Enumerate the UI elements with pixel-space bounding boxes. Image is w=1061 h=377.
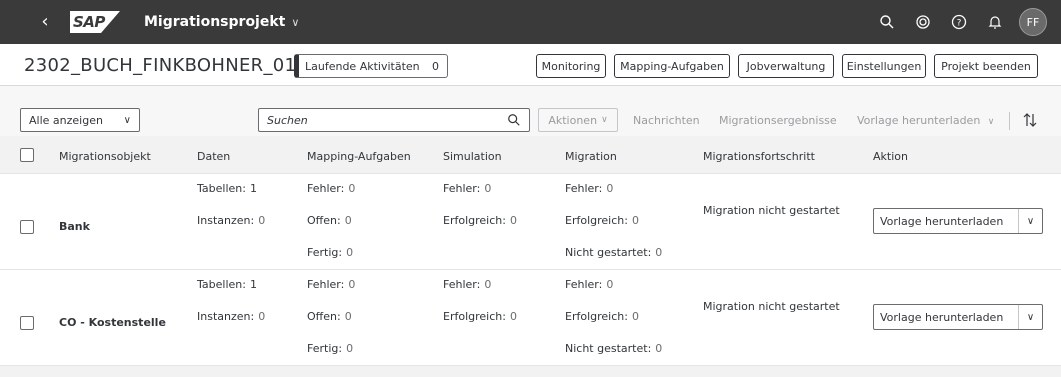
download-template-label: Vorlage herunterladen bbox=[880, 214, 1004, 228]
mapping-open: Offen: 0 bbox=[307, 310, 352, 323]
data-tables: Tabellen: 1 bbox=[197, 278, 257, 291]
mapping-tasks-button[interactable]: Mapping-Aufgaben bbox=[614, 54, 730, 78]
search-icon[interactable] bbox=[871, 6, 903, 38]
download-template-label: Vorlage herunterladen bbox=[857, 114, 981, 127]
sap-logo[interactable]: SAP bbox=[70, 11, 120, 33]
search-icon[interactable] bbox=[507, 113, 521, 127]
download-template-button[interactable]: Vorlage herunterladen ∨ bbox=[873, 208, 1043, 234]
bell-icon[interactable] bbox=[979, 6, 1011, 38]
data-instances: Instanzen: 0 bbox=[197, 214, 266, 227]
chevron-down-icon: ∨ bbox=[601, 115, 608, 125]
column-header[interactable]: Mapping-Aufgaben bbox=[307, 150, 411, 163]
simulation-success: Erfolgreich: 0 bbox=[443, 310, 517, 323]
sync-icon[interactable] bbox=[907, 6, 939, 38]
download-template-menu[interactable]: Vorlage herunterladen ∨ bbox=[857, 114, 994, 127]
page-title: 2302_BUCH_FINKBOHNER_01 bbox=[24, 55, 297, 76]
migration-results-button[interactable]: Migrationsergebnisse bbox=[719, 114, 837, 127]
select-all-checkbox[interactable] bbox=[20, 148, 34, 162]
object-name[interactable]: Bank bbox=[59, 220, 90, 233]
finish-project-button[interactable]: Projekt beenden bbox=[934, 54, 1038, 78]
app-title: Migrationsprojekt bbox=[144, 14, 286, 30]
logo-text: SAP bbox=[73, 13, 105, 31]
migration-success: Erfolgreich: 0 bbox=[565, 214, 639, 227]
column-header[interactable]: Aktion bbox=[873, 150, 908, 163]
column-header[interactable]: Simulation bbox=[443, 150, 502, 163]
toolbar-separator bbox=[1009, 112, 1010, 130]
simulation-success: Erfolgreich: 0 bbox=[443, 214, 517, 227]
migration-progress: Migration nicht gestartet bbox=[703, 204, 840, 217]
migration-errors: Fehler: 0 bbox=[565, 278, 614, 291]
mapping-errors: Fehler: 0 bbox=[307, 182, 356, 195]
chevron-down-icon[interactable]: ∨ bbox=[1018, 305, 1042, 329]
migration-success: Erfolgreich: 0 bbox=[565, 310, 639, 323]
chevron-down-icon[interactable]: ∨ bbox=[1018, 209, 1042, 233]
help-icon[interactable]: ? bbox=[943, 6, 975, 38]
sort-icon[interactable] bbox=[1022, 112, 1038, 128]
table-toolbar: Alle anzeigen ∨ Suchen Aktionen ∨ Nachri… bbox=[0, 86, 1061, 136]
shell-bar: ‹ SAP Migrationsprojekt ∨ ? FF bbox=[0, 0, 1061, 44]
migration-progress: Migration nicht gestartet bbox=[703, 300, 840, 313]
avatar[interactable]: FF bbox=[1019, 8, 1047, 36]
simulation-errors: Fehler: 0 bbox=[443, 278, 492, 291]
mapping-open: Offen: 0 bbox=[307, 214, 352, 227]
messages-button[interactable]: Nachrichten bbox=[633, 114, 700, 127]
chevron-down-icon: ∨ bbox=[291, 15, 300, 29]
mapping-done: Fertig: 0 bbox=[307, 342, 354, 355]
column-header[interactable]: Migration bbox=[565, 150, 617, 163]
job-management-button[interactable]: Jobverwaltung bbox=[738, 54, 834, 78]
column-header[interactable]: Migrationsfortschritt bbox=[703, 150, 815, 163]
row-checkbox[interactable] bbox=[20, 316, 34, 330]
object-name[interactable]: CO - Kostenstelle bbox=[59, 316, 166, 329]
running-activities-label: Laufende Aktivitäten bbox=[305, 59, 420, 73]
mapping-done: Fertig: 0 bbox=[307, 246, 354, 259]
row-checkbox[interactable] bbox=[20, 220, 34, 234]
back-icon[interactable]: ‹ bbox=[34, 0, 56, 44]
search-input[interactable]: Suchen bbox=[258, 108, 530, 132]
simulation-errors: Fehler: 0 bbox=[443, 182, 492, 195]
download-template-button[interactable]: Vorlage herunterladen ∨ bbox=[873, 304, 1043, 330]
table-row[interactable]: CO - Kostenstelle Tabellen: 1 Instanzen: 0… bbox=[0, 270, 1061, 366]
running-activities-count: 0 bbox=[432, 59, 439, 73]
settings-button[interactable]: Einstellungen bbox=[842, 54, 926, 78]
filter-select-value: Alle anzeigen bbox=[29, 113, 103, 127]
column-header[interactable]: Daten bbox=[197, 150, 230, 163]
table-footer bbox=[0, 366, 1061, 377]
actions-label: Aktionen bbox=[548, 113, 598, 127]
svg-text:?: ? bbox=[957, 19, 962, 29]
table-row[interactable]: Bank Tabellen: 1 Instanzen: 0 Fehler: 0 Off… bbox=[0, 174, 1061, 270]
running-activities-button[interactable]: Laufende Aktivitäten 0 bbox=[294, 54, 448, 78]
column-header[interactable]: Migrationsobjekt bbox=[59, 150, 151, 163]
download-template-label: Vorlage herunterladen bbox=[880, 310, 1004, 324]
chevron-down-icon: ∨ bbox=[987, 117, 995, 127]
data-instances: Instanzen: 0 bbox=[197, 310, 266, 323]
actions-menu-button[interactable]: Aktionen ∨ bbox=[538, 108, 618, 132]
table-header: Migrationsobjekt Daten Mapping-Aufgaben … bbox=[0, 136, 1061, 174]
migration-not-started: Nicht gestartet: 0 bbox=[565, 342, 663, 355]
migration-not-started: Nicht gestartet: 0 bbox=[565, 246, 663, 259]
filter-select[interactable]: Alle anzeigen ∨ bbox=[20, 108, 140, 132]
monitoring-button[interactable]: Monitoring bbox=[536, 54, 606, 78]
search-placeholder: Suchen bbox=[267, 113, 308, 127]
migration-errors: Fehler: 0 bbox=[565, 182, 614, 195]
object-header: 2302_BUCH_FINKBOHNER_01 Laufende Aktivit… bbox=[0, 44, 1061, 86]
app-title-menu[interactable]: Migrationsprojekt ∨ bbox=[144, 14, 299, 30]
mapping-errors: Fehler: 0 bbox=[307, 278, 356, 291]
data-tables: Tabellen: 1 bbox=[197, 182, 257, 195]
chevron-down-icon: ∨ bbox=[123, 114, 131, 126]
